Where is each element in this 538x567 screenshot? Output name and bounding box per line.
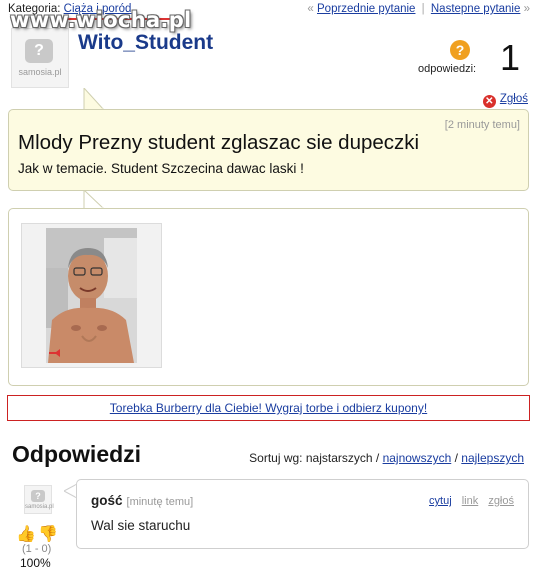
thumbs-down-icon[interactable]: 👎 (38, 524, 58, 544)
report-icon: ✕ (482, 95, 496, 108)
next-arrow-icon: » (523, 3, 530, 15)
answer-actions: cytuj link zgłoś (422, 495, 514, 507)
sort-controls: Sortuj wg: najstarszych / najnowszych / … (249, 451, 524, 465)
next-question-link[interactable]: Nastepne pytanie (431, 3, 521, 15)
media-box (8, 208, 529, 386)
question-navigation: « Poprzednie pytanie | Nastepne pytanie … (307, 3, 530, 15)
sort-best-link[interactable]: najlepszych (461, 451, 524, 465)
report-answer-link[interactable]: zgłoś (488, 495, 514, 507)
vote-percentage: 100% (20, 556, 51, 567)
avatar-brand-label: samosia.pl (18, 67, 62, 77)
question-body: Jak w temacie. Student Szczecina dawac l… (18, 161, 304, 176)
question-title: Mlody Prezny student zglaszac sie dupecz… (18, 131, 420, 154)
answers-count: 1 (499, 37, 520, 78)
answer-text: Wal sie staruchu (91, 518, 191, 533)
answers-heading: Odpowiedzi (12, 441, 142, 467)
avatar-placeholder-icon: ? (25, 39, 53, 63)
sponsored-banner: Torebka Burberry dla Ciebie! Wygraj torb… (7, 395, 530, 421)
sort-separator: / (454, 451, 458, 465)
prev-question-link[interactable]: Poprzednie pytanie (317, 3, 415, 15)
watermark-logo: www.wiocha.pl (10, 8, 192, 32)
answer-author-avatar[interactable]: ? samosia.pl (24, 485, 54, 514)
answer-box: gość [minutę temu] cytuj link zgłoś Wal s… (76, 479, 529, 549)
question-box: [2 minuty temu] Mlody Prezny student zgl… (8, 109, 529, 191)
sponsored-link[interactable]: Torebka Burberry dla Ciebie! Wygraj torb… (110, 401, 427, 415)
answer-author: gość [minutę temu] (91, 493, 193, 508)
permalink-link[interactable]: link (462, 495, 479, 507)
author-username[interactable]: Wito_Student (78, 31, 213, 55)
photo-frame (21, 223, 162, 368)
avatar-placeholder-icon: ? (31, 490, 45, 502)
answers-counter: ? odpowiedzi: 1 (414, 38, 524, 78)
question-icon: ? (450, 40, 470, 60)
vote-ratio: (1 - 0) (22, 543, 52, 555)
quote-link[interactable]: cytuj (429, 495, 452, 507)
report-link[interactable]: Zgłoś (500, 93, 528, 105)
attached-photo[interactable] (46, 228, 137, 363)
avatar-brand-label: samosia.pl (25, 504, 54, 510)
prev-arrow-icon: « (307, 3, 314, 15)
author-avatar[interactable]: ? samosia.pl (11, 28, 69, 88)
nav-separator: | (421, 3, 425, 15)
answer-time: [minutę temu] (126, 496, 194, 508)
sort-label: Sortuj wg: najstarszych / (249, 451, 380, 465)
sort-newest-link[interactable]: najnowszych (383, 451, 452, 465)
media-bubble-tail (83, 190, 106, 210)
answers-label: odpowiedzi: (418, 63, 477, 75)
question-time: [2 minuty temu] (444, 119, 520, 131)
thumbs-up-icon[interactable]: 👍 (16, 524, 36, 544)
answer-author-name: gość (91, 493, 123, 508)
report-question[interactable]: ✕ Zgłoś (482, 93, 528, 108)
